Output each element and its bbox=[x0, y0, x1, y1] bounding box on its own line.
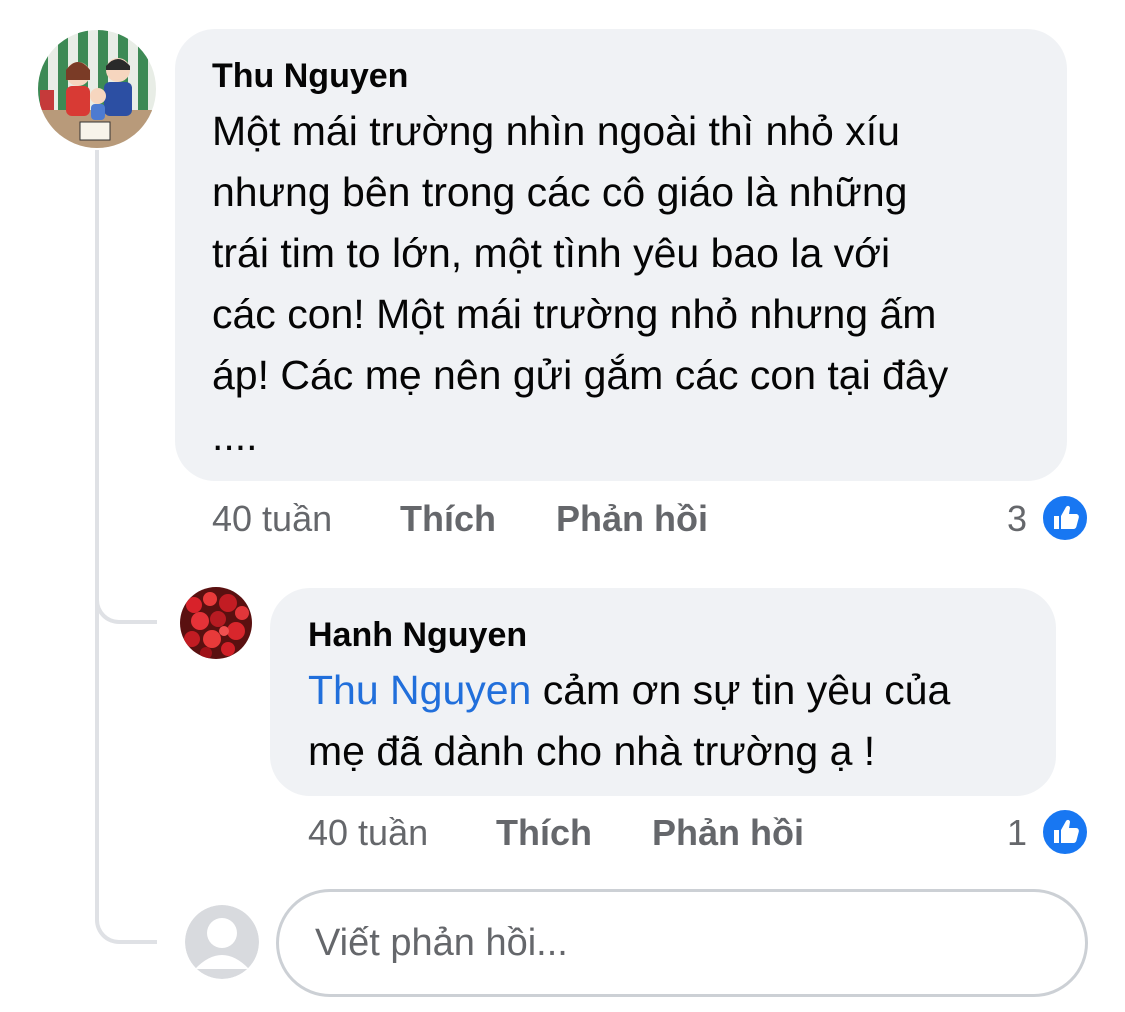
like-icon bbox=[1041, 808, 1089, 856]
avatar-hanh-nguyen[interactable] bbox=[180, 587, 252, 659]
reply-text-line: Thu Nguyen cảm ơn sự tin yêu của bbox=[308, 660, 1020, 721]
like-button[interactable]: Thích bbox=[400, 494, 496, 544]
comment-author[interactable]: Thu Nguyen bbox=[212, 53, 1031, 99]
reaction-count[interactable]: 1 bbox=[985, 808, 1027, 858]
reply-actions: 40 tuần Thích Phản hồi bbox=[308, 808, 1092, 858]
reaction-count[interactable]: 3 bbox=[985, 494, 1027, 544]
comment-text-line: trái tim to lớn, một tình yêu bao la với bbox=[212, 230, 891, 276]
comment-bubble: Thu Nguyen Một mái trường nhìn ngoài thì… bbox=[175, 29, 1067, 481]
reply-button[interactable]: Phản hồi bbox=[652, 808, 804, 858]
reply-bubble: Hanh Nguyen Thu Nguyen cảm ơn sự tin yêu… bbox=[270, 588, 1056, 796]
reply-text: Thu Nguyen cảm ơn sự tin yêu của mẹ đã d… bbox=[308, 660, 1020, 782]
current-user-avatar bbox=[185, 905, 259, 979]
reply-text-line: mẹ đã dành cho nhà trường ạ ! bbox=[308, 728, 876, 774]
thread-connector-composer bbox=[95, 600, 157, 944]
avatar-red-berries bbox=[180, 587, 252, 659]
thread-connector-line bbox=[95, 150, 99, 590]
comment-text-line: nhưng bên trong các cô giáo là những bbox=[212, 169, 908, 215]
like-button[interactable]: Thích bbox=[496, 808, 592, 858]
default-user-icon bbox=[185, 905, 259, 979]
comment-text: Một mái trường nhìn ngoài thì nhỏ xíu nh… bbox=[212, 101, 1031, 467]
comment-text-line: Một mái trường nhìn ngoài thì nhỏ xíu bbox=[212, 108, 900, 154]
mention-link[interactable]: Thu Nguyen bbox=[308, 667, 531, 713]
reply-timestamp[interactable]: 40 tuần bbox=[308, 808, 428, 858]
comment-actions: 40 tuần Thích Phản hồi bbox=[212, 494, 1092, 544]
reply-text-fragment: cảm ơn sự tin yêu của bbox=[531, 667, 951, 713]
reply-composer[interactable] bbox=[276, 889, 1088, 997]
comment-timestamp[interactable]: 40 tuần bbox=[212, 494, 332, 544]
avatar-thu-nguyen[interactable] bbox=[38, 30, 156, 148]
like-icon bbox=[1041, 494, 1089, 542]
avatar-illustration bbox=[38, 30, 156, 148]
reply-input[interactable] bbox=[315, 921, 1049, 965]
reply-button[interactable]: Phản hồi bbox=[556, 494, 708, 544]
comment-text-line: các con! Một mái trường nhỏ nhưng ấm bbox=[212, 291, 937, 337]
comment-text-line: áp! Các mẹ nên gửi gắm các con tại đây bbox=[212, 352, 949, 398]
reply-author[interactable]: Hanh Nguyen bbox=[308, 612, 1020, 658]
comment-text-line: .... bbox=[212, 413, 258, 459]
